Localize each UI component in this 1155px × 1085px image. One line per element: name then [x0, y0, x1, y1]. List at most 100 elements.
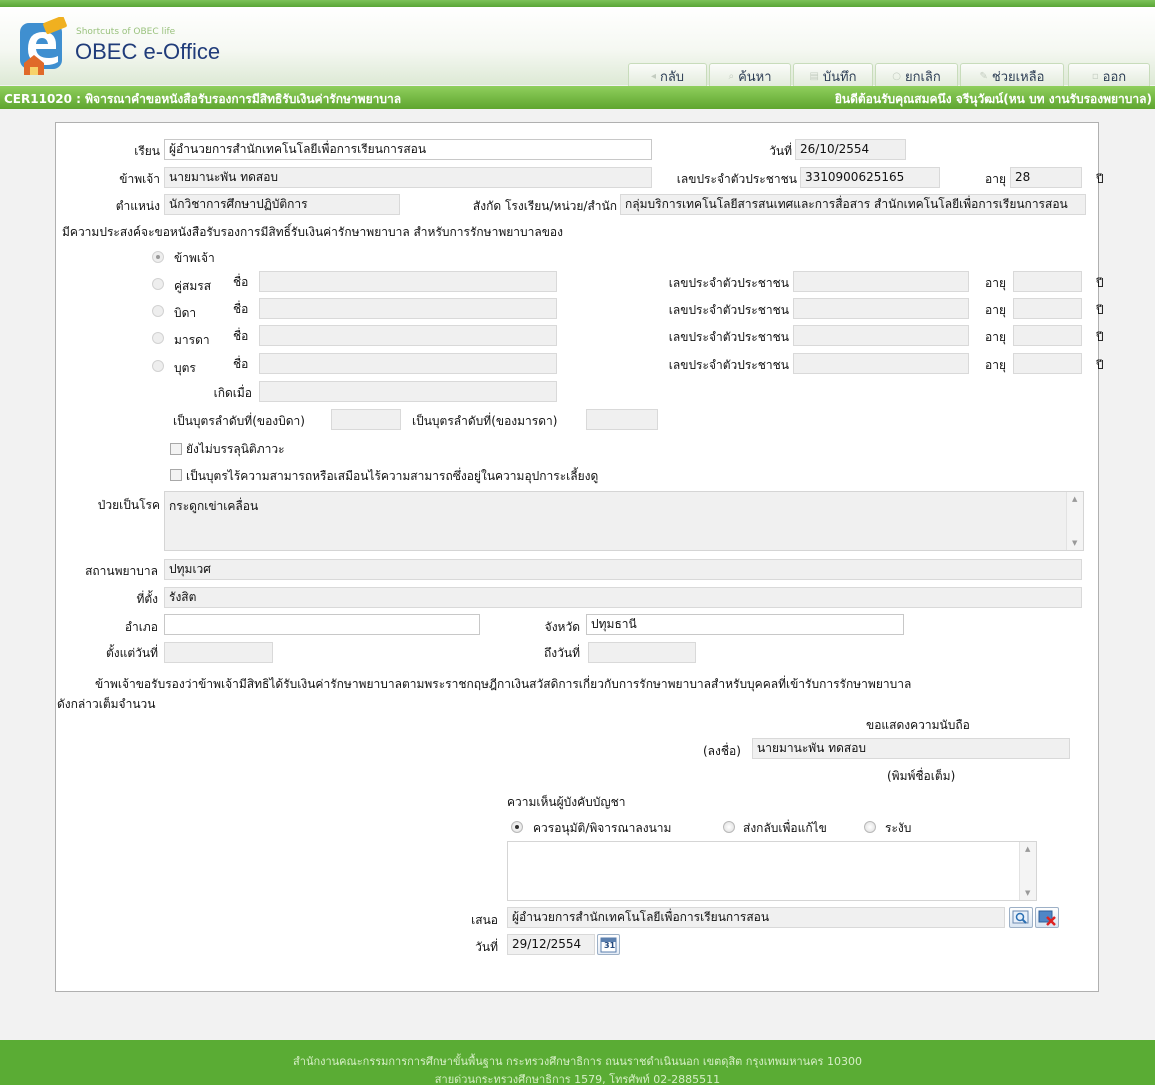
not-adult-label: ยังไม่บรรลุนิติภาวะ — [186, 442, 285, 456]
province-field[interactable]: ปทุมธานี — [586, 614, 904, 635]
child-order-mother-field[interactable] — [586, 409, 658, 430]
search-button-label: ค้นหา — [738, 70, 772, 85]
father-age-field[interactable] — [1013, 298, 1082, 319]
citizen-id-field[interactable]: 3310900625165 — [800, 167, 940, 188]
applicant-name-field[interactable]: นายมานะพัน ทดสอบ — [164, 167, 652, 188]
child-age-field[interactable] — [1013, 353, 1082, 374]
mother-name-field[interactable] — [259, 325, 557, 346]
app-brand-title: OBEC e-Office — [75, 39, 221, 64]
hospital-field[interactable]: ปทุมเวศ — [164, 559, 1082, 580]
spouse-name-field[interactable] — [259, 271, 557, 292]
mother-age-field[interactable] — [1013, 325, 1082, 346]
applicant-label: ข้าพเจ้า — [119, 172, 160, 186]
save-icon: ▤ — [809, 71, 819, 82]
father-name-field[interactable] — [259, 298, 557, 319]
to-field[interactable]: ผู้อำนวยการสำนักเทคโนโลยีเพื่อการเรียนกา… — [164, 139, 652, 160]
magnifier-icon — [1012, 910, 1029, 924]
certification-line2: ดังกล่าวเต็มจำนวน — [57, 697, 156, 711]
not-adult-checkbox[interactable] — [170, 443, 182, 455]
suspend-radio[interactable] — [864, 821, 876, 833]
help-icon: ✎ — [979, 71, 988, 82]
father-id-label: เลขประจำตัวประชาชน — [668, 303, 789, 317]
born-label: เกิดเมื่อ — [213, 386, 252, 400]
position-label: ตำแหน่ง — [115, 199, 160, 213]
child-order-father-field[interactable] — [331, 409, 401, 430]
position-field[interactable]: นักวิชาการศึกษาปฏิบัติการ — [164, 194, 400, 215]
born-field[interactable] — [259, 381, 557, 402]
form-title: CER11020 : พิจารณาคำขอหนังสือรับรองการมี… — [4, 92, 402, 106]
spouse-age-field[interactable] — [1013, 271, 1082, 292]
return-radio[interactable] — [723, 821, 735, 833]
illness-value: กระดูกเข่าเคลื่อน — [169, 499, 259, 513]
child-name-label: ชื่อ — [233, 357, 249, 371]
date-label: วันที่ — [769, 144, 792, 158]
spouse-id-field[interactable] — [793, 271, 969, 292]
lookup-search-button[interactable] — [1009, 907, 1033, 928]
footer-hotline: สายด่วนกระทรวงศึกษาธิการ 1579, โทรศัพท์ … — [434, 1073, 721, 1085]
patient-self-label: ข้าพเจ้า — [174, 251, 215, 265]
sign-date-field[interactable]: 29/12/2554 — [507, 934, 595, 955]
back-button-label: กลับ — [659, 70, 685, 85]
spouse-age-unit: ปี — [1096, 276, 1104, 290]
app-tagline: Shortcuts of OBEC life — [76, 27, 176, 37]
age-field[interactable]: 28 — [1010, 167, 1082, 188]
incapable-label: เป็นบุตรไร้ความสามารถหรือเสมือนไร้ความสา… — [186, 469, 599, 483]
from-date-field[interactable] — [164, 642, 273, 663]
calendar-button[interactable]: 31 — [597, 934, 620, 955]
from-date-label: ตั้งแต่วันที่ — [105, 646, 158, 660]
patient-father-radio[interactable] — [152, 305, 164, 317]
child-age-unit: ปี — [1096, 358, 1104, 372]
search-icon: ⌕ — [728, 71, 735, 82]
welcome-text: ยินดีต้อนรับคุณสมคนึง จรีนุวัฒน์(หน บท ง… — [834, 92, 1152, 106]
mother-id-field[interactable] — [793, 325, 969, 346]
incapable-checkbox[interactable] — [170, 469, 182, 481]
patient-father-label: บิดา — [174, 306, 197, 320]
to-date-field[interactable] — [588, 642, 696, 663]
purpose-text: มีความประสงค์จะขอหนังสือรับรองการมีสิทธิ… — [62, 225, 563, 239]
clear-icon — [1038, 910, 1056, 926]
clear-field-button[interactable] — [1035, 907, 1059, 928]
district-label: อำเภอ — [124, 620, 158, 634]
location-field[interactable]: รังสิต — [164, 587, 1082, 608]
affiliation-field[interactable]: กลุ่มบริการเทคโนโลยีสารสนเทศและการสื่อสา… — [620, 194, 1086, 215]
father-id-field[interactable] — [793, 298, 969, 319]
child-id-field[interactable] — [793, 353, 969, 374]
exit-button-label: ออก — [1102, 70, 1127, 85]
child-order-mother-label: เป็นบุตรลำดับที่(ของมารดา) — [412, 414, 558, 428]
spouse-age-label: อายุ — [985, 276, 1006, 290]
exit-icon: ▫ — [1091, 71, 1099, 82]
top-stripe — [0, 0, 1155, 7]
illness-scrollbar[interactable] — [1066, 492, 1083, 550]
app-header: Shortcuts of OBEC life OBEC e-Office ◂ กล… — [0, 7, 1155, 89]
child-order-father-label: เป็นบุตรลำดับที่(ของบิดา) — [173, 414, 305, 428]
comment-scrollbar[interactable] — [1019, 842, 1036, 900]
patient-child-radio[interactable] — [152, 360, 164, 372]
date-field[interactable]: 26/10/2554 — [795, 139, 906, 160]
cancel-button-label: ยกเลิก — [904, 70, 941, 85]
province-label: จังหวัด — [544, 620, 580, 634]
patient-self-radio[interactable] — [152, 251, 164, 263]
certification-line1: ข้าพเจ้าขอรับรองว่าข้าพเจ้ามีสิทธิได้รับ… — [95, 677, 912, 691]
illness-label: ป่วยเป็นโรค — [97, 498, 160, 512]
respect-closing: ขอแสดงความนับถือ — [866, 718, 970, 732]
patient-mother-radio[interactable] — [152, 332, 164, 344]
illness-textarea[interactable]: กระดูกเข่าเคลื่อน — [164, 491, 1084, 551]
supervisor-comment-textarea[interactable] — [507, 841, 1037, 901]
calendar-day: 31 — [604, 941, 616, 950]
signer-name-field[interactable]: นายมานะพัน ทดสอบ — [752, 738, 1070, 759]
child-id-label: เลขประจำตัวประชาชน — [668, 358, 789, 372]
child-name-field[interactable] — [259, 353, 557, 374]
patient-mother-label: มารดา — [174, 333, 210, 347]
approve-radio[interactable] — [511, 821, 523, 833]
location-label: ที่ตั้ง — [136, 592, 158, 606]
sign-label: (ลงชื่อ) — [703, 744, 741, 758]
footer-address: สำนักงานคณะกรรมการการศึกษาขั้นพื้นฐาน กร… — [293, 1055, 862, 1068]
back-arrow-icon: ◂ — [650, 71, 656, 82]
propose-field[interactable]: ผู้อำนวยการสำนักเทคโนโลยีเพื่อการเรียนกา… — [507, 907, 1005, 928]
citizen-id-label: เลขประจำตัวประชาชน — [676, 172, 797, 186]
child-age-label: อายุ — [985, 358, 1006, 372]
district-field[interactable] — [164, 614, 480, 635]
supervisor-opinion-label: ความเห็นผู้บังคับบัญชา — [507, 795, 626, 809]
patient-spouse-radio[interactable] — [152, 278, 164, 290]
father-age-label: อายุ — [985, 303, 1006, 317]
